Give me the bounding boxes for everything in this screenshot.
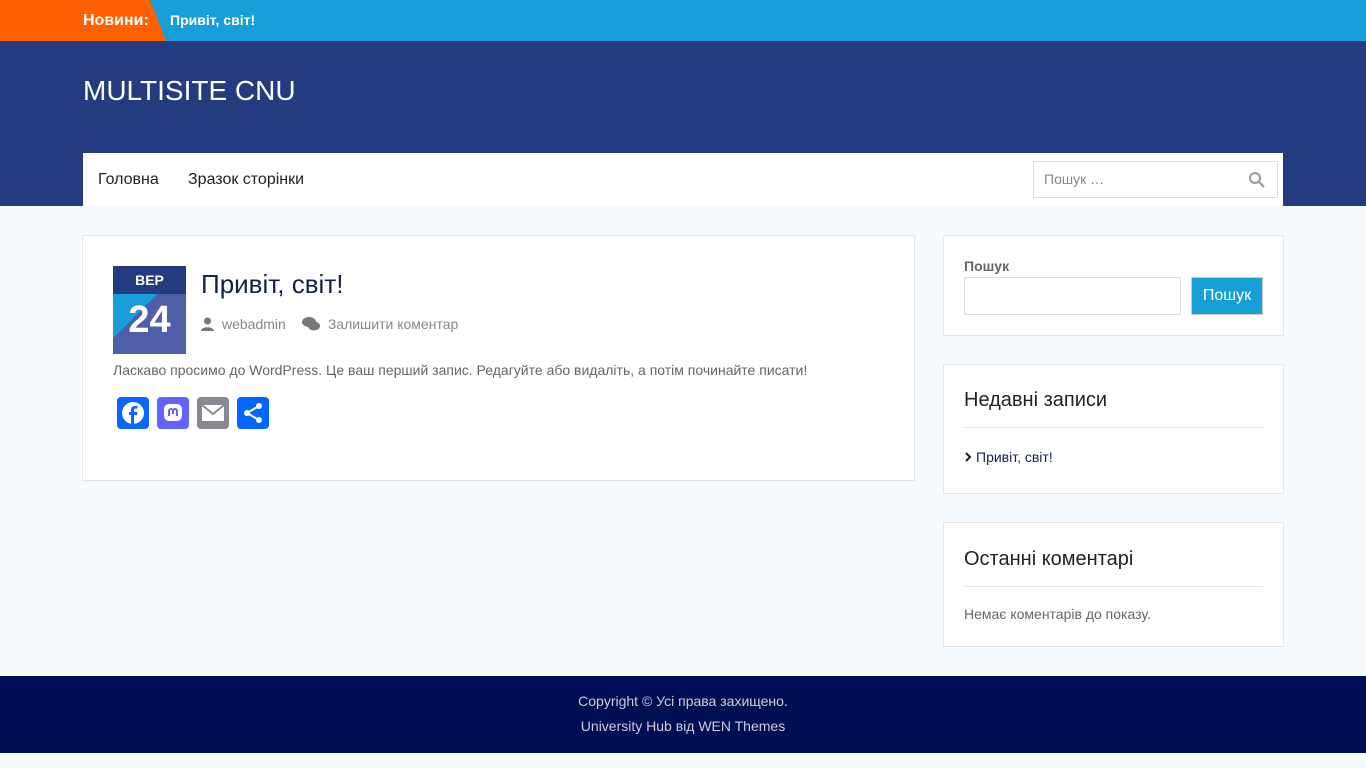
post-excerpt: Ласкаво просимо до WordPress. Це ваш пер… (113, 362, 808, 378)
site-header: MULTISITE CNU Головна Зразок сторінки По… (0, 41, 1366, 206)
post-day: 24 (128, 299, 171, 341)
recent-post-link[interactable]: Привіт, світ! (976, 449, 1053, 465)
share-icon[interactable] (237, 397, 269, 429)
search-widget-button[interactable]: Пошук (1191, 277, 1263, 315)
post-meta: webadmin Залишити коментар (201, 316, 458, 332)
site-footer: Copyright © Усі права захищено. Universi… (0, 676, 1366, 753)
post-card: ВЕР 24 Привіт, світ! webadmin Залишити к… (82, 235, 915, 481)
chevron-right-icon (965, 452, 972, 462)
search-placeholder: Пошук … (1044, 171, 1105, 187)
recent-posts-widget: Недавні записи Привіт, світ! (943, 364, 1284, 494)
mastodon-icon[interactable] (157, 397, 189, 429)
theme-credit-link[interactable]: University Hub від WEN Themes (0, 709, 1366, 734)
email-icon[interactable] (197, 397, 229, 429)
user-icon (201, 317, 214, 331)
post-month: ВЕР (113, 266, 186, 294)
search-widget-label: Пошук (964, 258, 1010, 274)
search-widget-input[interactable] (964, 277, 1181, 315)
recent-comments-title: Останні коментарі (964, 548, 1134, 570)
recent-comments-widget: Останні коментарі Немає коментарів до по… (943, 522, 1284, 647)
news-item-link[interactable]: Привіт, світ! (170, 0, 255, 41)
copyright-text: Copyright © Усі права захищено. (578, 693, 788, 709)
news-ticker: Новини: Привіт, світ! (0, 0, 1366, 41)
main-nav: Головна Зразок сторінки Пошук … (83, 153, 1283, 206)
site-title[interactable]: MULTISITE CNU (83, 75, 296, 107)
post-date-badge: ВЕР 24 (113, 266, 186, 354)
divider (964, 586, 1263, 587)
search-widget: Пошук Пошук (943, 235, 1284, 336)
nav-item-home[interactable]: Головна (98, 153, 159, 206)
divider (964, 427, 1263, 428)
recent-post-item[interactable]: Привіт, світ! (964, 449, 1053, 465)
no-comments-text: Немає коментарів до показу. (964, 606, 1151, 622)
author-link[interactable]: webadmin (222, 316, 286, 332)
search-icon[interactable] (1248, 171, 1265, 188)
comments-icon (301, 317, 320, 331)
post-title[interactable]: Привіт, світ! (201, 269, 343, 300)
nav-item-sample-page[interactable]: Зразок сторінки (188, 153, 304, 206)
header-search-input[interactable]: Пошук … (1033, 161, 1278, 198)
share-buttons (117, 397, 269, 429)
recent-posts-title: Недавні записи (964, 389, 1108, 411)
news-label: Новини: (0, 0, 166, 41)
facebook-icon[interactable] (117, 397, 149, 429)
leave-comment-link[interactable]: Залишити коментар (328, 316, 458, 332)
